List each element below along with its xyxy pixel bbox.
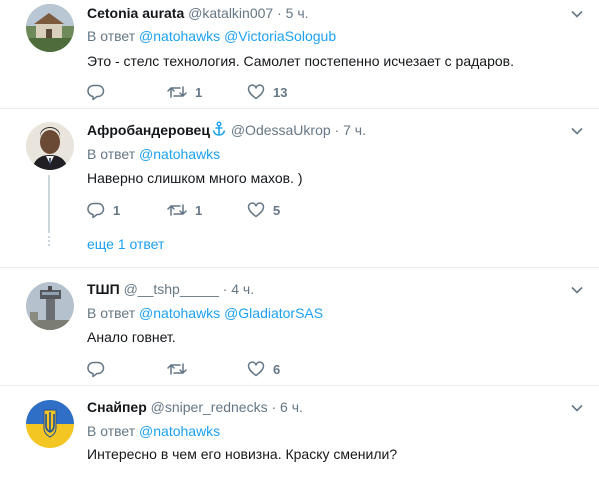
reply-button[interactable] (87, 359, 113, 379)
heart-icon (247, 202, 265, 218)
retweet-icon (167, 204, 187, 216)
like-button[interactable]: 5 (247, 200, 280, 220)
tweet-header: Cetonia aurata @katalkin007 · 5 ч. (87, 4, 309, 22)
mention-link[interactable]: @natohawks (139, 28, 220, 44)
author-name[interactable]: Cetonia aurata (87, 5, 184, 21)
separator-dot: · (334, 122, 340, 138)
heart-icon (247, 84, 265, 100)
avatar[interactable] (26, 4, 74, 52)
anchor-icon (212, 121, 226, 136)
mention-link[interactable]: @natohawks (139, 305, 220, 321)
reply-icon (87, 202, 105, 219)
tweet-time[interactable]: 4 ч. (231, 281, 254, 297)
tweet-header: ТШП @__tshp_____ · 4 ч. (87, 280, 254, 298)
separator-dot: · (271, 399, 277, 415)
reply-button[interactable] (87, 82, 113, 102)
chevron-down-icon[interactable] (571, 125, 583, 137)
reply-context: В ответ @natohawks @GladiatorSAS (87, 304, 323, 322)
avatar[interactable] (26, 282, 74, 330)
like-count: 6 (273, 361, 281, 377)
tweet[interactable]: ТШП @__tshp_____ · 4 ч. В ответ @natohaw… (0, 268, 599, 386)
mention-link[interactable]: @natohawks (139, 146, 220, 162)
reply-count: 1 (113, 202, 121, 218)
tweet-time[interactable]: 6 ч. (280, 399, 303, 415)
reply-prefix: В ответ (87, 28, 136, 44)
like-count: 13 (273, 84, 288, 100)
reply-icon (87, 84, 105, 101)
reply-context: В ответ @natohawks @VictoriaSologub (87, 27, 336, 45)
retweet-count: 1 (195, 84, 203, 100)
tweet-header: Снайпер @sniper_rednecks · 6 ч. (87, 398, 303, 416)
tweet-header: Афробандеровец @OdessaUkrop · 7 ч. (87, 121, 366, 139)
reply-context: В ответ @natohawks (87, 145, 220, 163)
author-name[interactable]: Снайпер (87, 399, 147, 415)
reply-prefix: В ответ (87, 423, 136, 439)
thread-dot (48, 244, 50, 246)
retweet-icon (167, 86, 187, 98)
reply-context: В ответ @natohawks (87, 422, 220, 440)
like-button[interactable]: 13 (247, 82, 287, 102)
tweet[interactable]: Снайпер @sniper_rednecks · 6 ч. В ответ … (0, 386, 599, 482)
retweet-button[interactable]: 1 (167, 200, 202, 220)
tweet-text: Анало говнет. (87, 329, 176, 345)
tweet-text: Наверно слишком много махов. ) (87, 170, 303, 186)
reply-prefix: В ответ (87, 305, 136, 321)
mention-link[interactable]: @GladiatorSAS (224, 305, 323, 321)
author-name[interactable]: ТШП (87, 281, 120, 297)
show-more-replies-link[interactable]: еще 1 ответ (87, 236, 164, 252)
author-name[interactable]: Афробандеровец (87, 122, 210, 138)
author-handle[interactable]: @katalkin007 (188, 5, 273, 21)
author-handle[interactable]: @__tshp_____ (124, 281, 219, 297)
mention-link[interactable]: @VictoriaSologub (224, 28, 336, 44)
separator-dot: · (222, 281, 228, 297)
retweet-button[interactable] (167, 359, 195, 379)
thread-dot (48, 240, 50, 242)
chevron-down-icon[interactable] (571, 284, 583, 296)
tweet[interactable]: Афробандеровец @OdessaUkrop · 7 ч. В отв… (0, 109, 599, 268)
retweet-count: 1 (195, 202, 203, 218)
tweet-text: Это - стелс технология. Самолет постепен… (87, 53, 514, 69)
tweet-text: Интересно в чем его новизна. Краску смен… (87, 446, 398, 462)
avatar[interactable] (26, 122, 74, 170)
separator-dot: · (277, 5, 282, 21)
tweet-time[interactable]: 5 ч. (286, 5, 309, 21)
like-count: 5 (273, 202, 281, 218)
thread-dot (48, 236, 50, 238)
heart-icon (247, 361, 265, 377)
mention-link[interactable]: @natohawks (139, 423, 220, 439)
avatar[interactable] (26, 400, 74, 448)
chevron-down-icon[interactable] (571, 8, 583, 20)
author-handle[interactable]: @sniper_rednecks (151, 399, 268, 415)
reply-prefix: В ответ (87, 146, 136, 162)
retweet-button[interactable]: 1 (167, 82, 202, 102)
reply-icon (87, 361, 105, 378)
chevron-down-icon[interactable] (571, 402, 583, 414)
thread-line (48, 175, 50, 233)
like-button[interactable]: 6 (247, 359, 280, 379)
retweet-icon (167, 363, 187, 375)
tweet-time[interactable]: 7 ч. (343, 122, 366, 138)
author-handle[interactable]: @OdessaUkrop (231, 122, 331, 138)
tweet[interactable]: Cetonia aurata @katalkin007 · 5 ч. В отв… (0, 0, 599, 109)
reply-button[interactable]: 1 (87, 200, 120, 220)
